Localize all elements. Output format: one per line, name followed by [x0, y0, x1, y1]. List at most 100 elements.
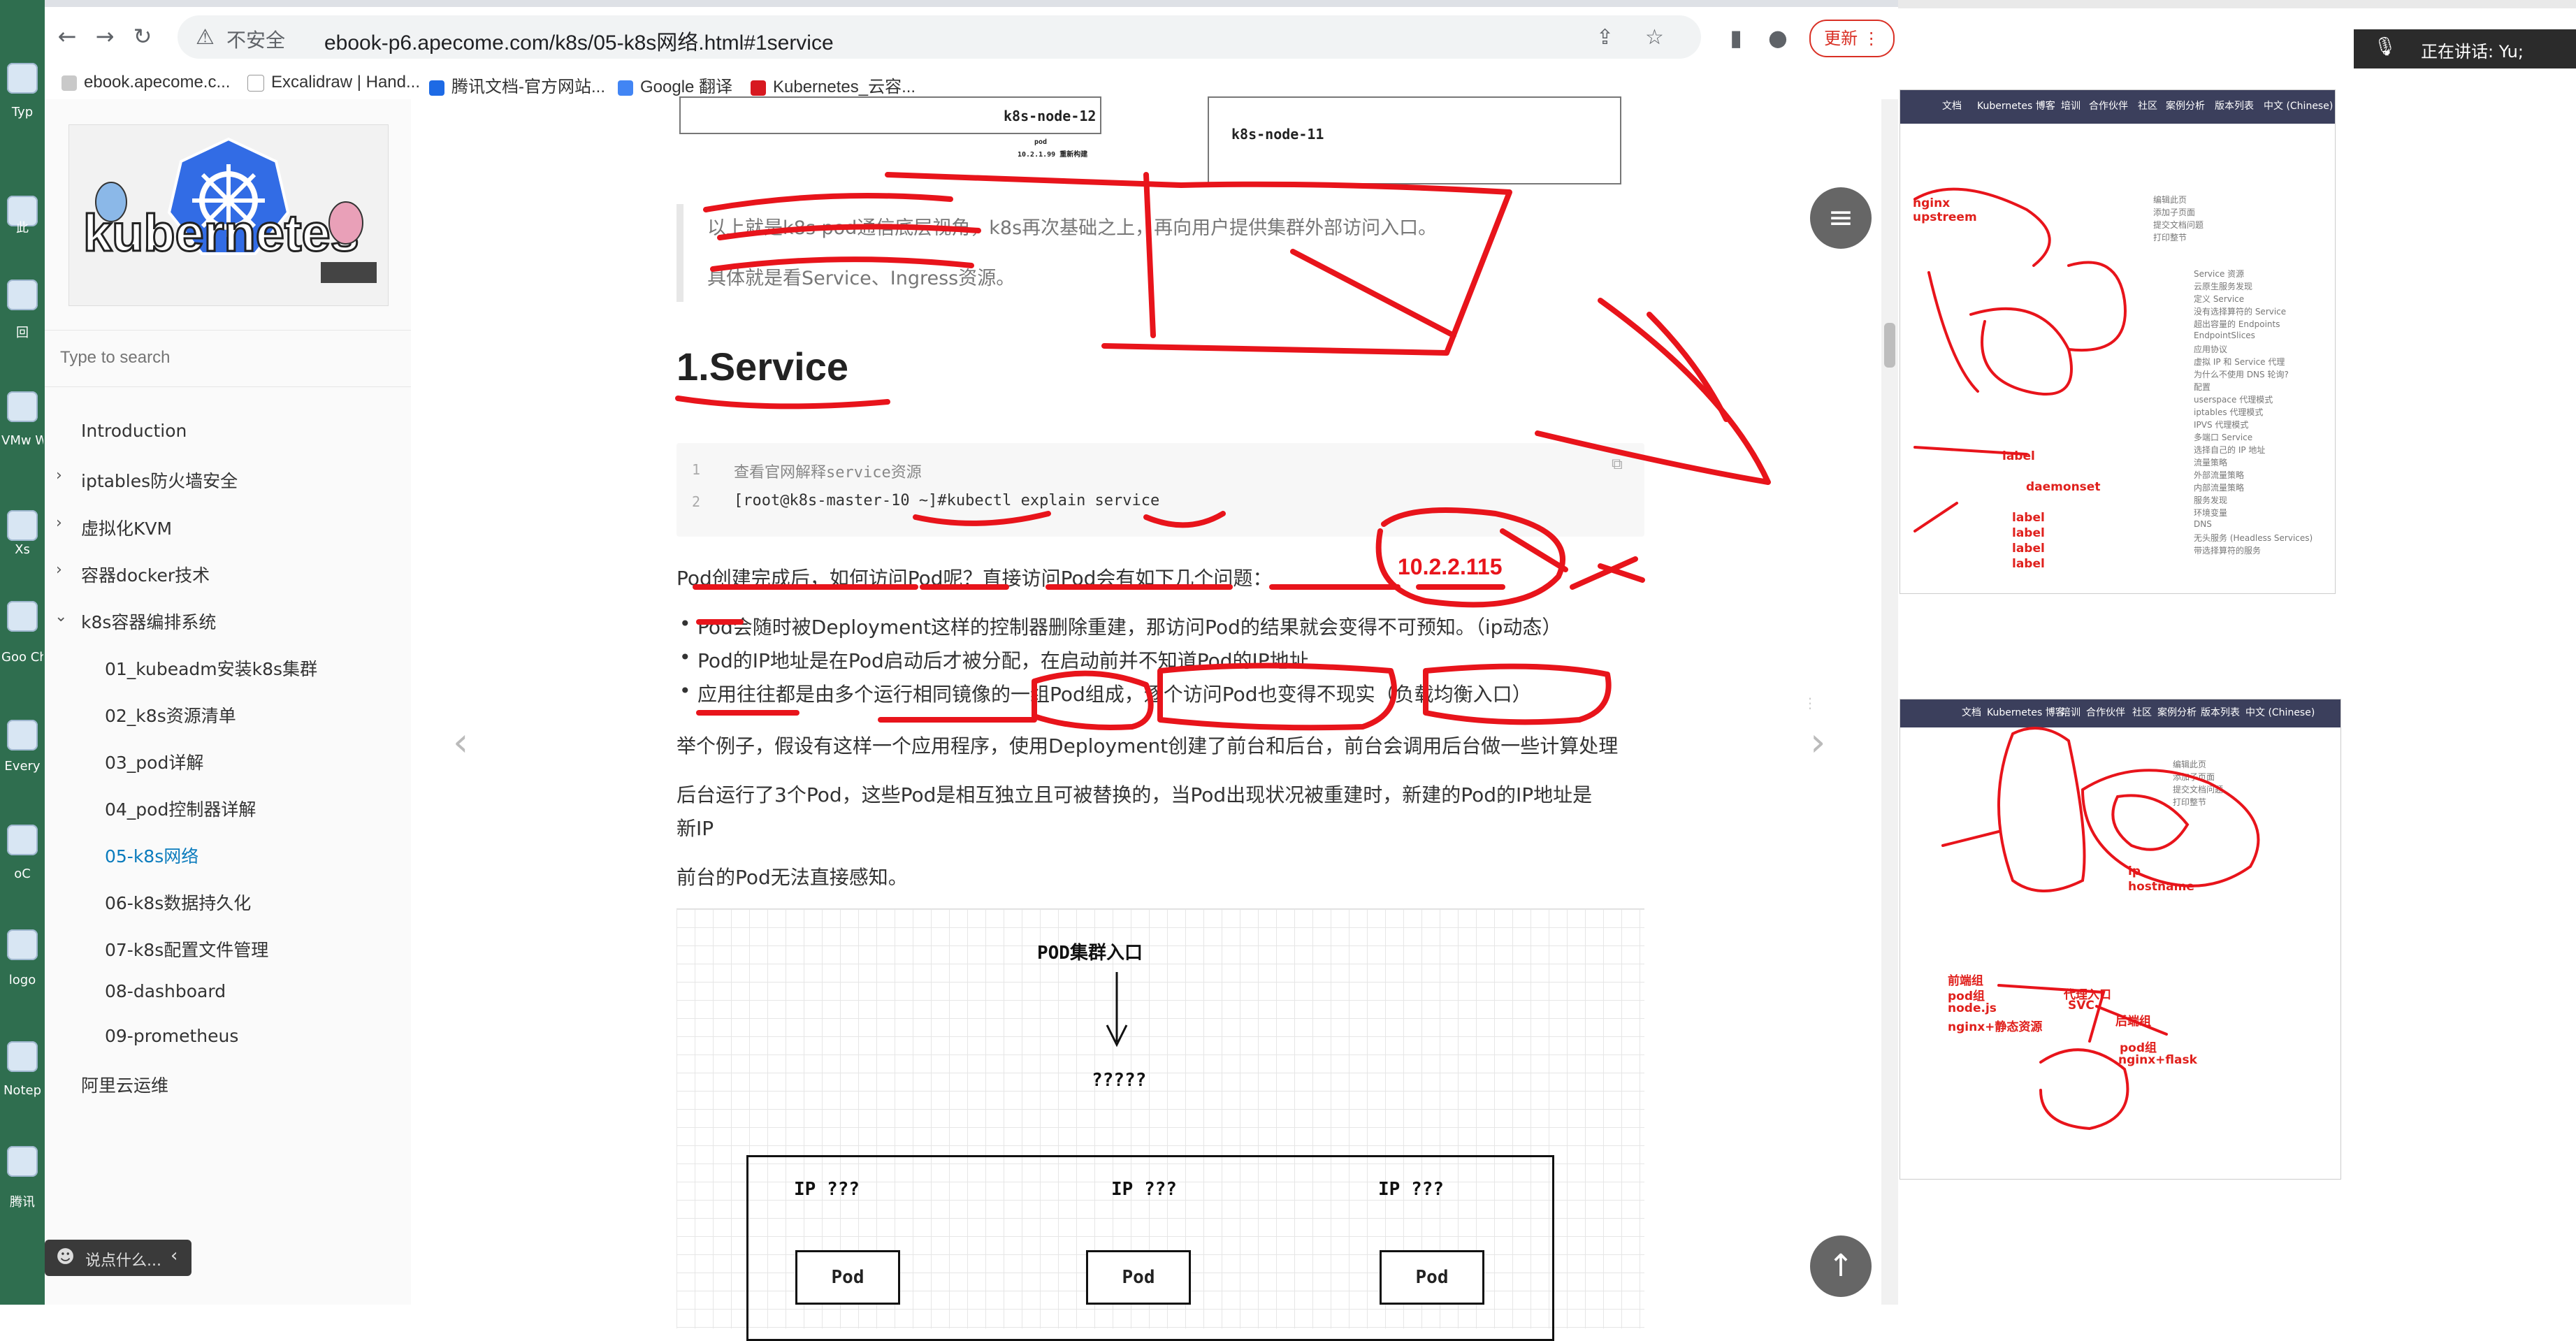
nav-item[interactable]: 合作伙伴: [2086, 705, 2125, 719]
toc-item[interactable]: Service 资源: [2194, 268, 2244, 280]
toc-item[interactable]: 虚拟 IP 和 Service 代理: [2194, 356, 2285, 368]
nav-item[interactable]: 版本列表: [2201, 705, 2240, 719]
sidebar-item-01[interactable]: 01_kubeadm安装k8s集群: [105, 655, 317, 681]
side-panel-icon[interactable]: ▮: [1722, 24, 1750, 52]
toc-item[interactable]: EndpointSlices: [2194, 331, 2255, 340]
toc-item[interactable]: 服务发现: [2194, 494, 2227, 506]
address-bar[interactable]: ⚠ 不安全 ebook-p6.apecome.com/k8s/05-k8s网络.…: [178, 15, 1701, 59]
desktop-app-icon[interactable]: [7, 1041, 38, 1072]
sidebar-item-02[interactable]: 02_k8s资源清单: [105, 702, 236, 727]
reload-icon[interactable]: ↻: [129, 22, 157, 50]
sidebar-item-iptables[interactable]: iptables防火墙安全: [81, 467, 238, 493]
toc-item[interactable]: 流量策略: [2194, 456, 2227, 468]
chevron-right-icon[interactable]: ›: [56, 561, 62, 579]
nav-item[interactable]: 版本列表: [2215, 99, 2254, 113]
doc-link[interactable]: 提交文档问题: [2153, 219, 2204, 231]
menu-icon[interactable]: ≡: [1810, 187, 1872, 249]
back-icon[interactable]: ←: [53, 22, 81, 50]
desktop-app-icon[interactable]: [7, 280, 38, 310]
toc-item[interactable]: 没有选择算符的 Service: [2194, 305, 2286, 317]
nav-item[interactable]: Kubernetes 博客: [1987, 705, 2065, 719]
toc-item[interactable]: 云原生服务发现: [2194, 280, 2252, 292]
chat-input-bar[interactable]: ☻ 说点什么... ‹: [45, 1240, 191, 1276]
bookmark-item[interactable]: Excalidraw | Hand...: [247, 73, 420, 92]
desktop-app-icon[interactable]: [7, 1146, 38, 1177]
search-input[interactable]: [59, 343, 383, 372]
bookmark-item[interactable]: ebook.apecome.c...: [61, 73, 230, 92]
desktop-app-icon[interactable]: [7, 825, 38, 855]
update-button[interactable]: 更新 ⋮: [1809, 20, 1895, 57]
nav-item[interactable]: 培训: [2061, 99, 2081, 113]
desktop-app-icon[interactable]: [7, 391, 38, 422]
toc-item[interactable]: IPVS 代理模式: [2194, 419, 2248, 430]
sidebar-item-kvm[interactable]: 虚拟化KVM: [81, 515, 172, 540]
sidebar-item-03[interactable]: 03_pod详解: [105, 749, 203, 774]
bookmark-item[interactable]: Kubernetes_云容...: [751, 73, 916, 97]
toc-item[interactable]: userspace 代理模式: [2194, 393, 2273, 405]
prev-page-icon[interactable]: ‹: [453, 720, 468, 765]
toc-item[interactable]: DNS: [2194, 519, 2212, 529]
nav-item[interactable]: Kubernetes 博客: [1977, 99, 2055, 113]
doc-link[interactable]: 添加子页面: [2153, 206, 2195, 218]
copy-icon[interactable]: ⧉: [1612, 456, 1623, 473]
doc-link[interactable]: 编辑此页: [2153, 194, 2187, 205]
insecure-label[interactable]: 不安全: [226, 25, 285, 53]
nav-item[interactable]: 文档: [1942, 99, 1962, 113]
doc-link[interactable]: 编辑此页: [2173, 758, 2206, 770]
toc-item[interactable]: 配置: [2194, 381, 2210, 393]
bookmark-star-icon[interactable]: ☆: [1645, 25, 1664, 50]
sidebar-item-06[interactable]: 06-k8s数据持久化: [105, 890, 251, 915]
doc-link[interactable]: 打印整节: [2153, 231, 2187, 243]
chevron-down-icon[interactable]: ⌄: [55, 608, 67, 625]
chevron-right-icon[interactable]: ›: [56, 467, 62, 484]
desktop-app-icon[interactable]: [7, 720, 38, 751]
toc-item[interactable]: 超出容量的 Endpoints: [2194, 318, 2280, 330]
nav-item[interactable]: 案例分析: [2157, 705, 2197, 719]
chevron-right-icon[interactable]: ›: [56, 514, 62, 532]
toc-item[interactable]: 无头服务 (Headless Services): [2194, 532, 2313, 544]
next-page-icon[interactable]: ›: [1810, 720, 1825, 765]
toc-item[interactable]: 环境变量: [2194, 507, 2227, 519]
toc-item[interactable]: 外部流量策略: [2194, 469, 2244, 481]
toc-item[interactable]: 带选择算符的服务: [2194, 544, 2261, 556]
toc-item[interactable]: 选择自己的 IP 地址: [2194, 444, 2265, 456]
share-icon[interactable]: ⇪: [1596, 25, 1614, 50]
sidebar-item-09[interactable]: 09-prometheus: [105, 1026, 238, 1046]
warning-icon[interactable]: ⚠: [196, 25, 215, 50]
desktop-app-icon[interactable]: [7, 510, 38, 541]
doc-link[interactable]: 提交文档问题: [2173, 783, 2223, 795]
nav-item[interactable]: 中文 (Chinese): [2264, 99, 2333, 113]
desktop-app-icon[interactable]: [7, 63, 38, 94]
sidebar-item-04[interactable]: 04_pod控制器详解: [105, 796, 256, 821]
toc-item[interactable]: 为什么不使用 DNS 轮询?: [2194, 368, 2289, 380]
toc-item[interactable]: 定义 Service: [2194, 293, 2244, 305]
resize-handle-icon[interactable]: ⋮: [1803, 695, 1817, 711]
sidebar-item-introduction[interactable]: Introduction: [81, 421, 187, 441]
sidebar-item-05-active[interactable]: 05-k8s网络: [105, 843, 198, 868]
tab-strip[interactable]: [45, 0, 1898, 7]
toc-item[interactable]: 多端口 Service: [2194, 431, 2252, 443]
bookmark-item[interactable]: Google 翻译: [618, 73, 732, 97]
toc-item[interactable]: iptables 代理模式: [2194, 406, 2263, 418]
nav-item[interactable]: 社区: [2138, 99, 2157, 113]
toc-item[interactable]: 内部流量策略: [2194, 481, 2244, 493]
forward-icon[interactable]: →: [91, 22, 119, 50]
scrollbar-thumb[interactable]: [1884, 323, 1895, 368]
nav-item[interactable]: 案例分析: [2166, 99, 2205, 113]
desktop-app-icon[interactable]: [7, 601, 38, 632]
nav-item[interactable]: 中文 (Chinese): [2245, 705, 2315, 719]
toc-item[interactable]: 应用协议: [2194, 343, 2227, 355]
nav-item[interactable]: 社区: [2132, 705, 2152, 719]
sidebar-item-aliyun[interactable]: 阿里云运维: [81, 1072, 168, 1097]
collapse-icon[interactable]: ‹: [171, 1245, 178, 1266]
url-text[interactable]: ebook-p6.apecome.com/k8s/05-k8s网络.html#1…: [324, 25, 834, 56]
sidebar-item-07[interactable]: 07-k8s配置文件管理: [105, 936, 268, 962]
doc-link[interactable]: 打印整节: [2173, 796, 2206, 808]
back-to-top-icon[interactable]: ↑: [1810, 1235, 1872, 1297]
profile-icon[interactable]: ●: [1764, 24, 1792, 52]
bookmark-item[interactable]: 腾讯文档-官方网站...: [429, 73, 605, 97]
desktop-app-icon[interactable]: [7, 929, 38, 960]
doc-link[interactable]: 添加子页面: [2173, 771, 2215, 783]
sidebar-item-08[interactable]: 08-dashboard: [105, 981, 226, 1001]
sidebar-item-docker[interactable]: 容器docker技术: [81, 562, 210, 587]
